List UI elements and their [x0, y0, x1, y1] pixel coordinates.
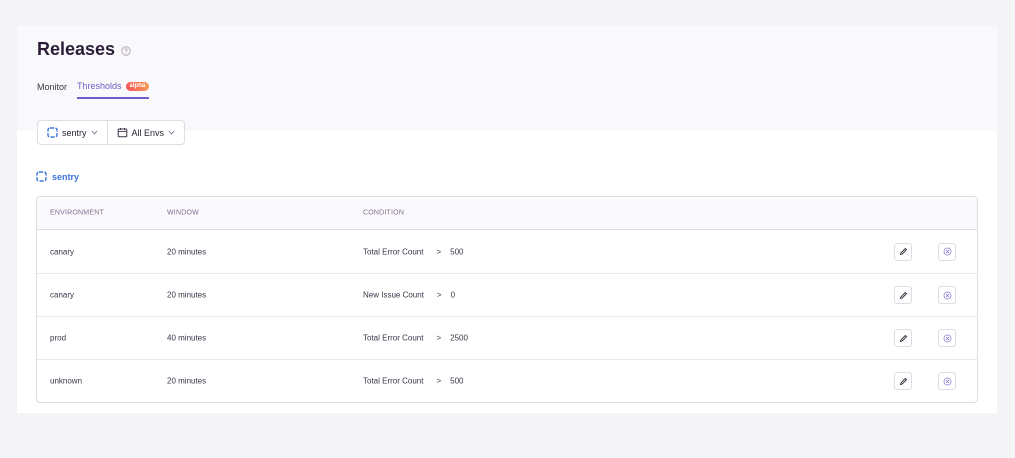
delete-threshold-button[interactable]	[938, 329, 956, 347]
edit-threshold-button[interactable]	[894, 242, 912, 261]
page-header: Releases Monitor Thresholds alpha	[17, 26, 997, 131]
row-window: 20 minutes	[167, 376, 207, 386]
project-filter-button[interactable]: sentry	[38, 121, 107, 144]
table-header: ENVIRONMENT WINDOW CONDITION	[37, 197, 977, 230]
column-header-environment: ENVIRONMENT	[50, 209, 104, 217]
row-environment: canary	[50, 247, 75, 256]
column-header-window: WINDOW	[167, 209, 199, 217]
row-window: 20 minutes	[167, 290, 207, 300]
edit-threshold-button[interactable]	[894, 372, 912, 390]
project-icon	[47, 127, 58, 138]
calendar-icon	[117, 128, 127, 138]
row-window: 20 minutes	[167, 247, 207, 256]
delete-threshold-button[interactable]	[938, 242, 956, 261]
condition-value: 2500	[450, 333, 468, 343]
circle-x-icon	[943, 334, 951, 342]
project-group-name: sentry	[52, 171, 80, 182]
condition-operator: >	[436, 333, 442, 343]
row-window: 40 minutes	[167, 333, 207, 343]
project-group-heading[interactable]: sentry	[36, 171, 79, 182]
chevron-down-icon	[90, 130, 98, 135]
pencil-icon	[899, 291, 907, 299]
filter-bar: sentry All Envs	[37, 120, 186, 145]
delete-threshold-button[interactable]	[938, 286, 956, 304]
tab-thresholds-label: Thresholds	[77, 81, 122, 91]
title-row: Releases	[37, 39, 131, 60]
edit-threshold-button[interactable]	[894, 329, 912, 347]
row-environment: unknown	[50, 376, 83, 386]
chevron-down-icon	[168, 130, 175, 135]
table-row: prod 40 minutes Total Error Count > 2500	[37, 316, 977, 359]
condition-value: 500	[450, 247, 464, 256]
tab-thresholds[interactable]: Thresholds alpha	[77, 81, 150, 99]
delete-threshold-button[interactable]	[938, 372, 956, 390]
row-environment: canary	[50, 290, 75, 300]
page-title: Releases	[37, 39, 116, 59]
condition-operator: >	[436, 290, 442, 300]
edit-threshold-button[interactable]	[894, 286, 912, 304]
table-row: canary 20 minutes New Issue Count > 0	[37, 273, 977, 316]
project-icon	[36, 171, 47, 182]
alpha-badge: alpha	[125, 81, 150, 91]
condition-value: 500	[450, 376, 464, 386]
project-filter-label: sentry	[62, 127, 87, 138]
circle-x-icon	[943, 291, 951, 299]
condition-metric: Total Error Count	[363, 333, 424, 343]
condition-metric: New Issue Count	[363, 290, 424, 300]
tab-bar: Monitor Thresholds alpha	[37, 81, 150, 99]
thresholds-table: ENVIRONMENT WINDOW CONDITION canary 20 m…	[36, 196, 978, 403]
environment-filter-button[interactable]: All Envs	[106, 121, 185, 144]
question-circle-icon[interactable]	[121, 46, 131, 56]
condition-operator: >	[436, 376, 442, 386]
condition-metric: Total Error Count	[363, 247, 424, 256]
circle-x-icon	[943, 247, 951, 256]
row-condition: New Issue Count > 0	[363, 291, 455, 300]
row-condition: Total Error Count > 2500	[363, 334, 468, 343]
condition-operator: >	[436, 247, 442, 256]
table-row: canary 20 minutes Total Error Count > 50…	[37, 230, 977, 273]
row-condition: Total Error Count > 500	[363, 377, 464, 386]
releases-panel: Releases Monitor Thresholds alpha sentry	[17, 26, 997, 413]
row-environment: prod	[50, 333, 67, 343]
condition-value: 0	[450, 290, 456, 300]
environment-filter-label: All Envs	[131, 127, 165, 138]
circle-x-icon	[943, 377, 951, 385]
table-row: unknown 20 minutes Total Error Count > 5…	[37, 359, 977, 402]
column-header-condition: CONDITION	[363, 209, 405, 217]
row-condition: Total Error Count > 500	[363, 247, 464, 256]
pencil-icon	[899, 247, 907, 256]
pencil-icon	[899, 377, 907, 385]
condition-metric: Total Error Count	[363, 376, 424, 386]
pencil-icon	[899, 334, 907, 342]
tab-monitor[interactable]: Monitor	[37, 82, 67, 98]
